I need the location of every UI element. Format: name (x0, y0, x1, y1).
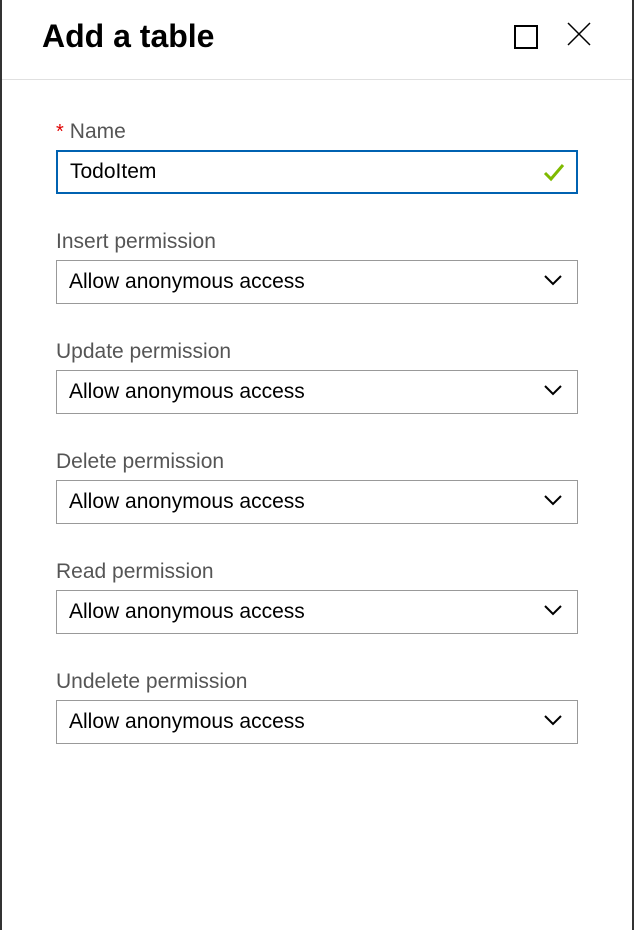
name-input-wrapper[interactable] (56, 150, 578, 194)
read-permission-label: Read permission (56, 560, 214, 584)
maximize-icon[interactable] (514, 25, 538, 49)
delete-permission-label: Delete permission (56, 450, 224, 474)
update-permission-label-row: Update permission (56, 340, 578, 364)
insert-permission-group: Insert permission Allow anonymous access (56, 230, 578, 304)
undelete-permission-dropdown[interactable]: Allow anonymous access (56, 700, 578, 744)
chevron-down-icon (543, 712, 563, 733)
read-permission-value: Allow anonymous access (69, 600, 305, 624)
undelete-permission-group: Undelete permission Allow anonymous acce… (56, 670, 578, 744)
dialog-content: * Name Insert permission Allow anonymous… (2, 80, 632, 744)
close-icon[interactable] (566, 21, 592, 53)
undelete-permission-value: Allow anonymous access (69, 710, 305, 734)
read-permission-dropdown[interactable]: Allow anonymous access (56, 590, 578, 634)
name-label: Name (70, 120, 126, 144)
dialog-header: Add a table (2, 0, 632, 80)
delete-permission-value: Allow anonymous access (69, 490, 305, 514)
name-input[interactable] (58, 152, 576, 192)
chevron-down-icon (543, 602, 563, 623)
undelete-permission-label-row: Undelete permission (56, 670, 578, 694)
update-permission-group: Update permission Allow anonymous access (56, 340, 578, 414)
insert-permission-label-row: Insert permission (56, 230, 578, 254)
update-permission-label: Update permission (56, 340, 231, 364)
checkmark-icon (542, 160, 566, 184)
insert-permission-value: Allow anonymous access (69, 270, 305, 294)
chevron-down-icon (543, 272, 563, 293)
name-field-group: * Name (56, 120, 578, 194)
insert-permission-dropdown[interactable]: Allow anonymous access (56, 260, 578, 304)
insert-permission-label: Insert permission (56, 230, 216, 254)
chevron-down-icon (543, 492, 563, 513)
header-icons (514, 21, 592, 53)
delete-permission-label-row: Delete permission (56, 450, 578, 474)
delete-permission-group: Delete permission Allow anonymous access (56, 450, 578, 524)
chevron-down-icon (543, 382, 563, 403)
update-permission-value: Allow anonymous access (69, 380, 305, 404)
read-permission-group: Read permission Allow anonymous access (56, 560, 578, 634)
name-label-row: * Name (56, 120, 578, 144)
dialog-title: Add a table (42, 18, 214, 55)
read-permission-label-row: Read permission (56, 560, 578, 584)
undelete-permission-label: Undelete permission (56, 670, 247, 694)
delete-permission-dropdown[interactable]: Allow anonymous access (56, 480, 578, 524)
required-asterisk: * (56, 121, 64, 144)
update-permission-dropdown[interactable]: Allow anonymous access (56, 370, 578, 414)
